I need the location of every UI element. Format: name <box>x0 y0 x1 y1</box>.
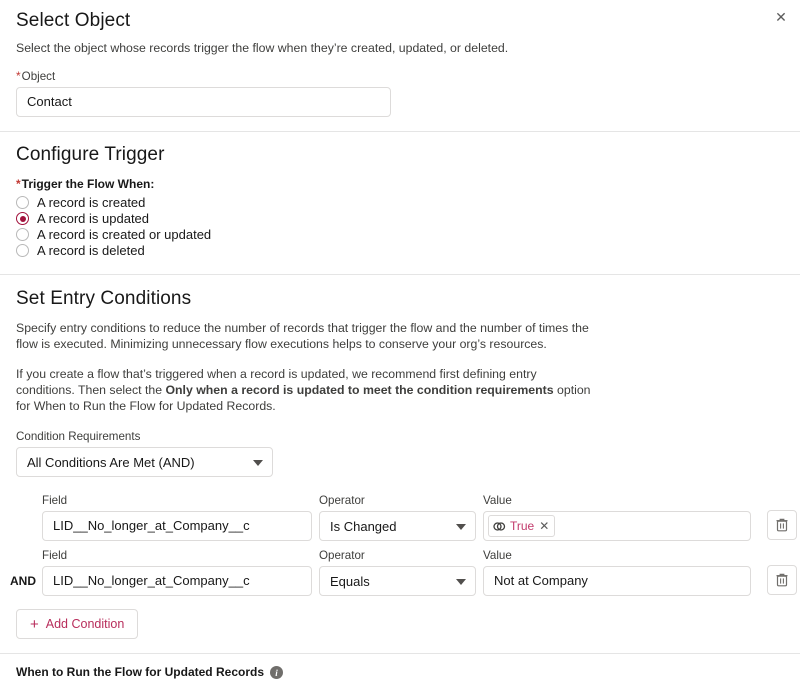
delete-condition-button[interactable] <box>767 565 797 595</box>
condition-operator-cell: Operator Is Changed <box>319 493 476 541</box>
plus-icon: + <box>30 615 39 633</box>
entry-conditions-section: Set Entry Conditions Specify entry condi… <box>0 275 800 477</box>
condition-requirements-value: All Conditions Are Met (AND) <box>27 454 195 470</box>
configure-trigger-section: Configure Trigger *Trigger the Flow When… <box>0 132 800 258</box>
value-column-header: Value <box>483 549 512 562</box>
entry-conditions-paragraph-1: Specify entry conditions to reduce the n… <box>16 321 589 351</box>
entry-conditions-title: Set Entry Conditions <box>16 288 192 309</box>
condition-value-input[interactable]: Not at Company <box>483 566 751 596</box>
radio-icon-checked <box>16 212 29 225</box>
radio-icon <box>16 228 29 241</box>
condition-value-input[interactable]: True ✕ <box>483 511 751 541</box>
radio-a-record-is-created[interactable]: A record is created <box>16 195 784 210</box>
select-object-section: Select Object Select the object whose re… <box>0 0 800 117</box>
field-column-header: Field <box>42 494 68 507</box>
trash-icon <box>776 573 788 587</box>
condition-field-value: LID__No_longer_at_Company__c <box>53 518 250 533</box>
value-pill[interactable]: True ✕ <box>488 515 556 537</box>
object-input-value: Contact <box>27 94 72 109</box>
condition-value-cell: Value True ✕ <box>483 493 751 541</box>
radio-icon <box>16 196 29 209</box>
close-icon[interactable]: ✕ <box>770 7 792 29</box>
radio-a-record-is-updated[interactable]: A record is updated <box>16 211 784 226</box>
page-title: Select Object <box>16 10 131 31</box>
condition-row: Field LID__No_longer_at_Company__c Opera… <box>0 493 800 541</box>
trash-icon <box>776 518 788 532</box>
paragraph-2-bold: Only when a record is updated to meet th… <box>165 383 554 397</box>
radio-a-record-is-deleted[interactable]: A record is deleted <box>16 243 784 258</box>
radio-label: A record is updated <box>37 211 150 226</box>
select-object-modal: ✕ Select Object Select the object whose … <box>0 0 800 687</box>
condition-field-input[interactable]: LID__No_longer_at_Company__c <box>42 511 312 541</box>
condition-operator-cell: Operator Equals <box>319 548 476 596</box>
condition-value-cell: Value Not at Company <box>483 548 751 596</box>
when-to-run-section: When to Run the Flow for Updated Records… <box>0 654 800 687</box>
value-column-header: Value <box>483 494 512 507</box>
condition-field-input[interactable]: LID__No_longer_at_Company__c <box>42 566 312 596</box>
condition-field-value: LID__No_longer_at_Company__c <box>53 573 250 588</box>
condition-operator-select[interactable]: Equals <box>319 566 476 596</box>
radio-label: A record is deleted <box>37 243 145 258</box>
object-label-text: Object <box>21 70 56 83</box>
merge-circles-icon <box>493 521 506 531</box>
field-column-header: Field <box>42 549 68 562</box>
value-pill-remove-icon[interactable]: ✕ <box>538 520 550 532</box>
entry-conditions-paragraph-2: If you create a flow that’s triggered wh… <box>16 366 598 414</box>
object-input[interactable]: Contact <box>16 87 391 117</box>
delete-condition-button[interactable] <box>767 510 797 540</box>
radio-a-record-is-created-or-updated[interactable]: A record is created or updated <box>16 227 784 242</box>
configure-trigger-title: Configure Trigger <box>16 144 165 165</box>
chevron-down-icon <box>253 460 263 466</box>
condition-field-cell: Field LID__No_longer_at_Company__c <box>42 493 312 541</box>
chevron-down-icon <box>456 524 466 530</box>
trigger-legend: *Trigger the Flow When: <box>16 177 784 191</box>
value-pill-label: True <box>510 519 535 533</box>
condition-field-cell: Field LID__No_longer_at_Company__c <box>42 548 312 596</box>
chevron-down-icon <box>456 579 466 585</box>
condition-delete-cell <box>767 565 799 596</box>
condition-requirements-label: Condition Requirements <box>16 430 141 443</box>
condition-value-text: Not at Company <box>494 573 588 588</box>
conjunction-label: AND <box>10 574 36 588</box>
when-to-run-label-row: When to Run the Flow for Updated Records… <box>16 665 784 680</box>
select-object-help: Select the object whose records trigger … <box>16 41 509 55</box>
condition-list: Field LID__No_longer_at_Company__c Opera… <box>0 493 800 639</box>
condition-operator-value: Is Changed <box>330 518 397 534</box>
info-icon[interactable]: i <box>270 666 283 680</box>
condition-row: AND Field LID__No_longer_at_Company__c O… <box>0 548 800 596</box>
add-condition-row: + Add Condition <box>0 609 800 639</box>
add-condition-button[interactable]: + Add Condition <box>16 609 139 639</box>
condition-delete-cell <box>767 510 799 541</box>
condition-operator-value: Equals <box>330 573 370 589</box>
condition-operator-select[interactable]: Is Changed <box>319 511 476 541</box>
radio-label: A record is created <box>37 195 146 210</box>
object-field-label: *Object <box>16 69 391 84</box>
radio-icon <box>16 244 29 257</box>
trigger-legend-text: Trigger the Flow When: <box>21 177 155 191</box>
radio-label: A record is created or updated <box>37 227 212 242</box>
operator-column-header: Operator <box>319 494 365 507</box>
when-to-run-label: When to Run the Flow for Updated Records <box>16 665 264 679</box>
operator-column-header: Operator <box>319 549 365 562</box>
condition-requirements-select[interactable]: All Conditions Are Met (AND) <box>16 447 273 477</box>
conjunction-label <box>0 533 42 541</box>
add-condition-label: Add Condition <box>45 617 125 631</box>
